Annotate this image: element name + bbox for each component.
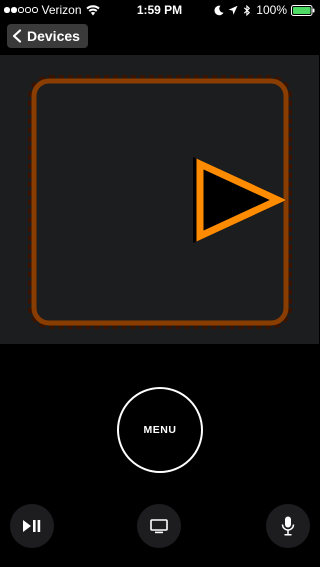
menu-button[interactable]: MENU [117, 387, 203, 473]
battery-percent: 100% [256, 3, 287, 17]
location-arrow-icon [228, 5, 238, 15]
microphone-button[interactable] [266, 504, 310, 548]
chevron-left-icon [12, 29, 22, 43]
back-to-devices-button[interactable]: Devices [7, 24, 88, 48]
menu-button-label: MENU [143, 424, 177, 436]
play-pause-button[interactable] [10, 504, 54, 548]
touch-surface[interactable] [0, 55, 319, 344]
status-right: 100% [214, 0, 315, 20]
battery-icon [291, 4, 315, 16]
play-pause-icon [23, 520, 41, 532]
microphone-icon [281, 516, 295, 536]
tv-button[interactable] [137, 504, 181, 548]
bluetooth-icon [244, 4, 251, 16]
tv-icon [150, 518, 168, 533]
moon-icon [214, 5, 224, 15]
swipe-indicator [28, 75, 292, 329]
status-bar: Verizon 1:59 PM 100% [0, 0, 319, 20]
back-button-label: Devices [27, 28, 80, 44]
